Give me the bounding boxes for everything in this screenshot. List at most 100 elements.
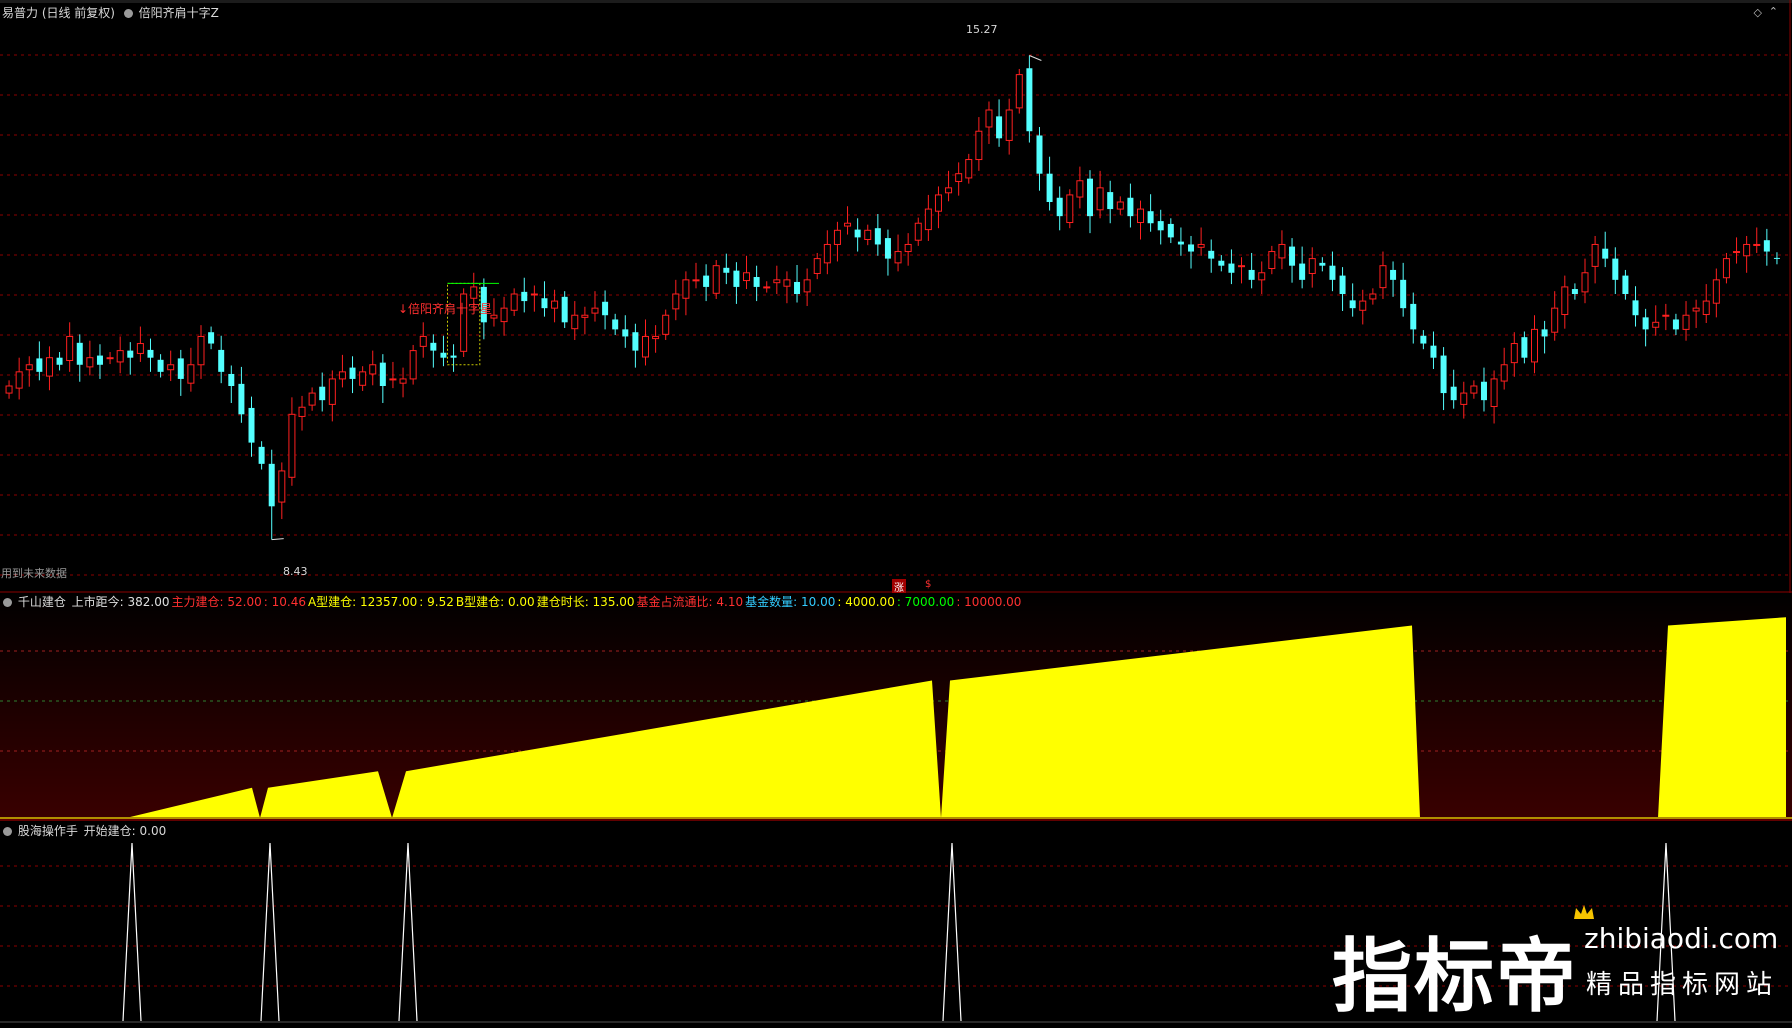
- candle-body-down: [1521, 337, 1528, 358]
- candle-body-up: [682, 279, 690, 299]
- pattern-annotation: ↓倍阳齐肩十字星: [398, 302, 493, 316]
- main-chart-pane[interactable]: 易普力 (日线 前复权) 倍阳齐肩十字Z ◇ ⌃ 用到未来数据 ↓倍阳齐肩十字星…: [0, 0, 1792, 594]
- indicator-name[interactable]: 倍阳齐肩十字Z: [139, 6, 219, 20]
- candle-body-up: [662, 314, 670, 335]
- candle-body-up: [5, 385, 13, 394]
- ind1-value-4: : 9.52: [419, 595, 454, 609]
- ind2-settings-icon[interactable]: [3, 827, 12, 836]
- expand-icon[interactable]: ⌃: [1769, 5, 1778, 18]
- candle-body-up: [66, 335, 74, 362]
- candle-body-up: [1066, 194, 1074, 224]
- candle-body-up: [1278, 243, 1286, 259]
- candle-body-up: [581, 314, 589, 318]
- spike-line: [398, 842, 418, 1022]
- candle-body-down: [208, 332, 215, 344]
- candle-body-up: [1500, 364, 1508, 382]
- candle-body-down: [1440, 355, 1447, 394]
- candle-body-up: [783, 279, 791, 287]
- ind1-value-2: : 10.46: [263, 595, 306, 609]
- candle-body-up: [1076, 180, 1084, 198]
- candle-body-down: [561, 296, 568, 323]
- candle-body-down: [450, 355, 457, 358]
- dollar-marker: $: [925, 579, 932, 590]
- ind1-header: 千山建仓 上市距今: 382.00 主力建仓: 52.00: 10.46 A型建仓:…: [0, 594, 1025, 610]
- candle-body-down: [1107, 192, 1114, 210]
- candle-body-up: [1662, 314, 1670, 317]
- low-pointer: [271, 538, 284, 541]
- ind2-name[interactable]: 股海操作手: [18, 824, 78, 838]
- ind1-value-6: 建仓时长: 135.00: [536, 595, 635, 609]
- candle-body-up: [1116, 201, 1124, 210]
- candle-body-down: [1339, 275, 1346, 294]
- candle-body-up: [328, 378, 336, 405]
- candle-body-up: [965, 159, 973, 179]
- candle-body-up: [1510, 343, 1518, 364]
- candle-body-down: [379, 362, 386, 386]
- candle-body-down: [1127, 197, 1134, 217]
- ind1-value-7: 基金占流通比: 4.10: [636, 595, 744, 609]
- candle-body-down: [440, 352, 447, 358]
- candle-body-up: [25, 364, 33, 371]
- candle-body-up: [106, 357, 114, 360]
- candle-body-up: [1530, 328, 1538, 363]
- candle-body-down: [1602, 248, 1609, 259]
- candle-body-up: [1591, 243, 1599, 267]
- candle-body-down: [1056, 197, 1063, 217]
- candle-body-up: [1137, 208, 1145, 224]
- candle-body-up: [652, 335, 660, 340]
- candle-body-up: [1238, 265, 1246, 268]
- ind2-value: 开始建仓: 0.00: [83, 824, 167, 838]
- candle-body-up: [470, 286, 478, 299]
- candle-body-down: [1319, 262, 1326, 266]
- candle-body-down: [1188, 244, 1195, 252]
- candle-body-up: [187, 364, 195, 384]
- settings-icon[interactable]: [123, 9, 133, 18]
- candle-body-down: [1046, 173, 1053, 202]
- candle-body-up: [955, 173, 963, 182]
- candle-body-up: [1722, 258, 1730, 279]
- main-header: 易普力 (日线 前复权) 倍阳齐肩十字Z: [0, 5, 221, 21]
- candle-body-down: [1612, 258, 1619, 280]
- candle-body-down: [622, 329, 629, 337]
- indicator-pane-accumulation[interactable]: 千山建仓 上市距今: 382.00 主力建仓: 52.00: 10.46 A型建仓:…: [0, 593, 1792, 821]
- candle-body-up: [1652, 321, 1660, 328]
- candle-body-up: [914, 222, 922, 241]
- candle-body-up: [743, 272, 751, 282]
- accumulation-area-chart[interactable]: [0, 593, 1792, 821]
- high-pointer: [1029, 55, 1042, 61]
- candle-body-down: [1632, 300, 1639, 316]
- candle-body-up: [823, 243, 831, 264]
- candle-body-up: [1460, 392, 1468, 405]
- candle-body-up: [298, 406, 306, 417]
- candle-body-up: [571, 314, 579, 330]
- watermark-logo: 指标帝: [1332, 930, 1578, 1023]
- candle-body-down: [268, 463, 275, 507]
- candle-body-down: [1349, 300, 1356, 309]
- stock-title[interactable]: 易普力 (日线 前复权): [2, 6, 115, 20]
- candle-body-up: [945, 187, 953, 194]
- candle-body-up: [197, 335, 205, 366]
- candle-body-up: [510, 293, 518, 311]
- candle-body-down: [1299, 263, 1306, 280]
- candle-body-down: [1036, 135, 1043, 174]
- candle-body-down: [127, 350, 134, 358]
- candle-body-up: [833, 229, 841, 245]
- ind1-name[interactable]: 千山建仓: [18, 595, 66, 609]
- candle-body-down: [1480, 381, 1487, 401]
- ind1-settings-icon[interactable]: [3, 598, 12, 607]
- candle-body-down: [349, 367, 356, 379]
- candle-body-up: [167, 364, 175, 371]
- candle-body-down: [56, 357, 63, 365]
- candle-body-down: [874, 228, 881, 245]
- candle-body-down: [612, 319, 619, 330]
- candle-body-up: [985, 109, 993, 128]
- candle-body-down: [1420, 335, 1427, 344]
- future-data-note: 用到未来数据: [1, 567, 67, 580]
- candlestick-chart[interactable]: [0, 0, 1792, 593]
- candle-body-up: [530, 293, 538, 296]
- candle-body-up: [904, 243, 912, 253]
- candle-body-down: [238, 383, 245, 415]
- collapse-icon[interactable]: ◇: [1754, 6, 1762, 19]
- candle-body-down: [723, 267, 730, 273]
- candle-body-up: [1096, 187, 1104, 211]
